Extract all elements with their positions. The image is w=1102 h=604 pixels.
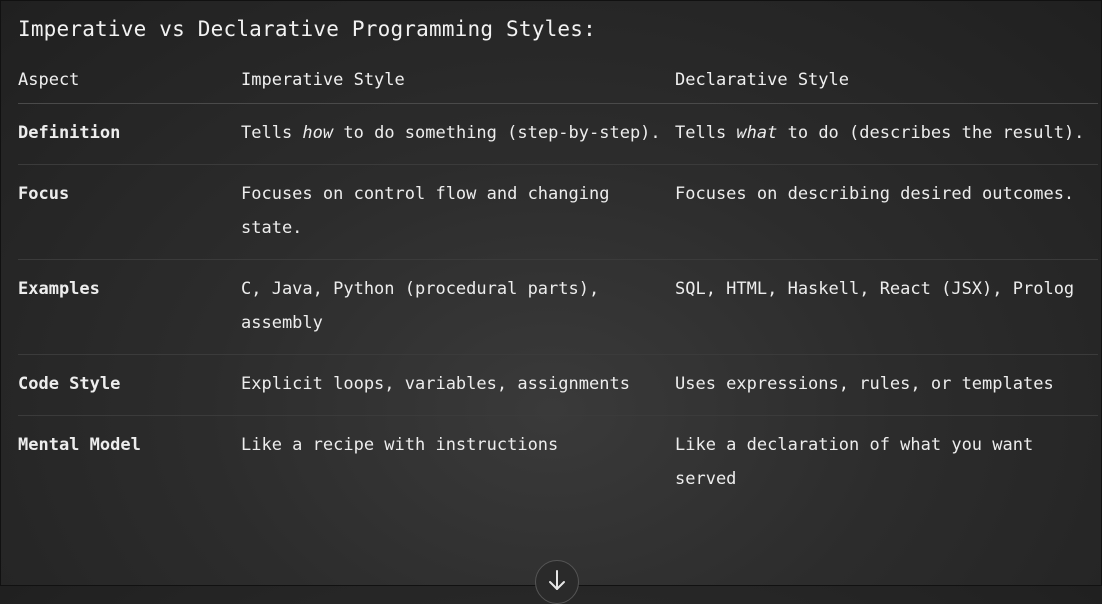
section-heading: Imperative vs Declarative Programming St… — [18, 17, 596, 41]
imperative-cell: Like a recipe with instructions — [241, 416, 675, 511]
declarative-cell: Tells what to do (describes the result). — [675, 103, 1098, 165]
arrow-down-icon — [546, 569, 568, 603]
table-row: Focus Focuses on control flow and changi… — [18, 164, 1098, 260]
imperative-cell: Explicit loops, variables, assignments — [241, 354, 675, 416]
comparison-table: Aspect Imperative Style Declarative Styl… — [18, 68, 1098, 510]
cell-text: Like a declaration of what you want serv… — [675, 435, 1034, 489]
cell-text: Explicit loops, variables, assignments — [241, 374, 630, 394]
table-row: Code Style Explicit loops, variables, as… — [18, 354, 1098, 416]
row-label: Mental Model — [18, 435, 141, 455]
row-label: Focus — [18, 164, 241, 260]
row-label: Code Style — [18, 354, 241, 416]
cell-emphasis: what — [736, 123, 778, 143]
declarative-cell: SQL, HTML, Haskell, React (JSX), Prolog — [675, 259, 1098, 355]
cell-text: Focuses on describing desired outcomes. — [675, 184, 1075, 204]
declarative-cell: Like a declaration of what you want serv… — [675, 416, 1098, 511]
scroll-to-bottom-button[interactable] — [535, 560, 579, 604]
column-header-declarative: Declarative Style — [675, 68, 1098, 104]
cell-text: Tells — [675, 123, 737, 143]
cell-text: SQL, HTML, Haskell, React (JSX), Prolog — [675, 279, 1075, 299]
chat-message-content: Imperative vs Declarative Programming St… — [18, 1, 1098, 510]
declarative-cell: Focuses on describing desired outcomes. — [675, 164, 1098, 260]
cell-text: C, Java, Python (procedural parts), asse… — [241, 279, 600, 333]
table-row: Definition Tells how to do something (st… — [18, 103, 1098, 165]
table-row: Mental Model Like a recipe with instruct… — [18, 416, 1098, 511]
imperative-cell: Tells how to do something (step-by-step)… — [241, 103, 675, 165]
cell-text: Tells — [241, 123, 303, 143]
table-row: Examples C, Java, Python (procedural par… — [18, 259, 1098, 355]
imperative-cell: C, Java, Python (procedural parts), asse… — [241, 259, 675, 355]
declarative-cell: Uses expressions, rules, or templates — [675, 354, 1098, 416]
column-header-aspect: Aspect — [18, 68, 241, 104]
cell-text: Uses expressions, rules, or templates — [675, 374, 1054, 394]
cell-text: to do something (step-by-step). — [333, 123, 661, 143]
table-header-row: Aspect Imperative Style Declarative Styl… — [18, 68, 1098, 104]
column-header-imperative: Imperative Style — [241, 68, 675, 104]
cell-text: to do (describes the result). — [777, 123, 1085, 143]
cell-text: Like a recipe with instructions — [241, 435, 559, 455]
imperative-cell: Focuses on control flow and changing sta… — [241, 164, 675, 260]
row-label: Examples — [18, 259, 241, 355]
row-label: Definition — [18, 103, 241, 165]
cell-emphasis: how — [302, 123, 334, 143]
cell-text: Focuses on control flow and changing sta… — [241, 184, 610, 238]
